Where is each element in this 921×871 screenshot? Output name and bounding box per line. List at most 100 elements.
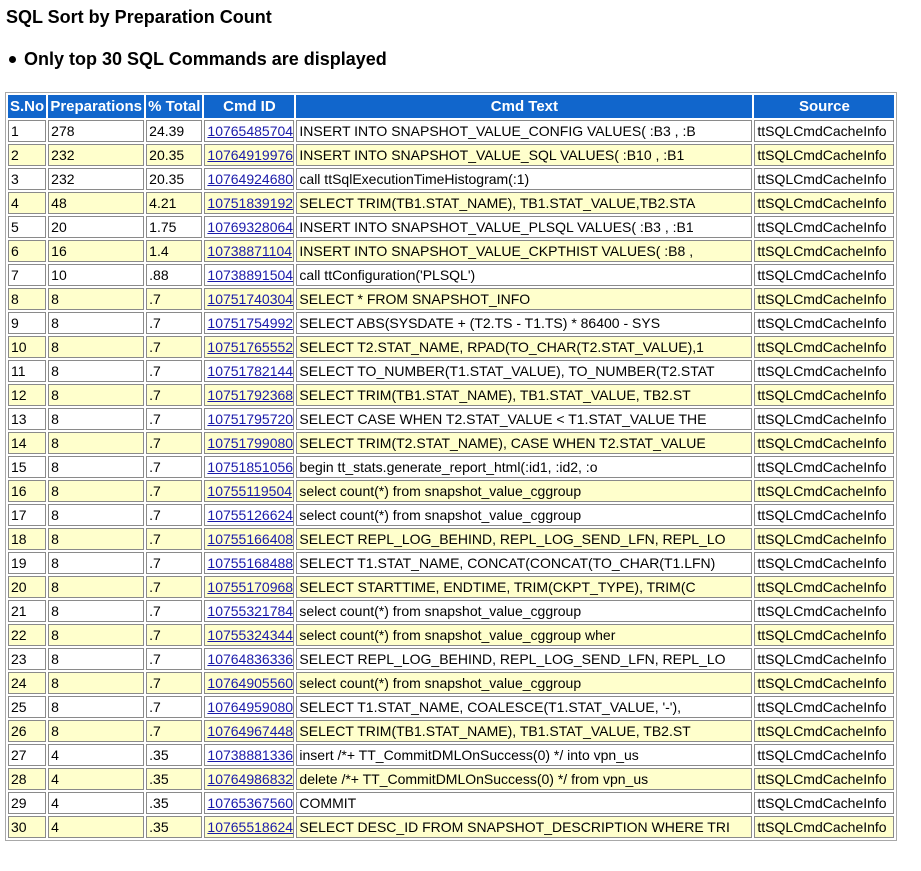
table-row: 18 8.7 10755166408 SELECT REPL_LOG_BEHIND, … <box>8 528 895 550</box>
cell-source: ttSQLCmdCacheInfo <box>754 624 895 646</box>
bullet-icon <box>9 55 16 63</box>
table-row: 29 4.35 10765367560 COMMIT ttSQLCmdCacheInfo <box>8 792 895 814</box>
cmd-id-link[interactable]: 10738891504 <box>207 267 293 283</box>
cell-cmd-id: 10764986832 <box>204 768 295 790</box>
cmd-id-link[interactable]: 10738881336 <box>207 747 293 763</box>
cmd-id-link[interactable]: 10764924680 <box>207 171 293 187</box>
report-page: SQL Sort by Preparation Count Only top 3… <box>0 0 921 871</box>
cell-percent-total: .7 <box>146 576 203 598</box>
table-row: 24 8.7 10764905560 select count(*) from sna… <box>8 672 895 694</box>
cell-source: ttSQLCmdCacheInfo <box>754 600 895 622</box>
cmd-id-link[interactable]: 10764836336 <box>207 651 293 667</box>
cell-preparations: 8 <box>48 720 145 742</box>
display-limit-note-text: Only top 30 SQL Commands are displayed <box>24 49 387 69</box>
cell-sno: 1 <box>8 120 47 142</box>
cell-percent-total: .7 <box>146 288 203 310</box>
cmd-id-link[interactable]: 10755119504 <box>207 483 292 499</box>
cell-cmd-text: SELECT TRIM(TB1.STAT_NAME), TB1.STAT_VAL… <box>296 384 753 406</box>
cell-sno: 4 <box>8 192 47 214</box>
cmd-id-link[interactable]: 10765485704 <box>207 123 293 139</box>
cmd-id-link[interactable]: 10751839192 <box>207 195 293 211</box>
cell-cmd-text: SELECT DESC_ID FROM SNAPSHOT_DESCRIPTION… <box>296 816 753 838</box>
cell-cmd-text: SELECT TO_NUMBER(T1.STAT_VALUE), TO_NUMB… <box>296 360 753 382</box>
cell-source: ttSQLCmdCacheInfo <box>754 480 895 502</box>
cell-cmd-id: 10755119504 <box>204 480 295 502</box>
cell-preparations: 4 <box>48 816 145 838</box>
cell-percent-total: .88 <box>146 264 203 286</box>
cmd-id-link[interactable]: 10765367560 <box>207 795 293 811</box>
cmd-id-link[interactable]: 10755168488 <box>207 555 293 571</box>
cell-preparations: 8 <box>48 552 145 574</box>
table-row: 1 278 24.39 10765485704 INSERT INTO SNAPSHOT… <box>8 120 895 142</box>
table-row: 21 8.7 10755321784 select count(*) from sna… <box>8 600 895 622</box>
cell-percent-total: .7 <box>146 528 203 550</box>
cell-percent-total: .7 <box>146 360 203 382</box>
cmd-id-link[interactable]: 10738871104 <box>207 243 292 259</box>
cell-cmd-id: 10751754992 <box>204 312 295 334</box>
cell-source: ttSQLCmdCacheInfo <box>754 744 895 766</box>
cell-source: ttSQLCmdCacheInfo <box>754 552 895 574</box>
cell-cmd-id: 10764924680 <box>204 168 295 190</box>
cell-source: ttSQLCmdCacheInfo <box>754 336 895 358</box>
cell-sno: 26 <box>8 720 47 742</box>
cell-cmd-id: 10751795720 <box>204 408 295 430</box>
table-row: 17 8.7 10755126624 select count(*) from sna… <box>8 504 895 526</box>
cell-sno: 9 <box>8 312 47 334</box>
table-row: 2 232 20.35 10764919976 INSERT INTO SNAPSHOT… <box>8 144 895 166</box>
cell-sno: 7 <box>8 264 47 286</box>
cell-preparations: 8 <box>48 336 145 358</box>
cell-cmd-text: SELECT T1.STAT_NAME, CONCAT(CONCAT(TO_CH… <box>296 552 753 574</box>
cell-preparations: 4 <box>48 744 145 766</box>
cell-sno: 15 <box>8 456 47 478</box>
table-row: 11 8.7 10751782144 SELECT TO_NUMBER(T1.STAT… <box>8 360 895 382</box>
cell-sno: 17 <box>8 504 47 526</box>
cmd-id-link[interactable]: 10751765552 <box>207 339 293 355</box>
cell-cmd-id: 10755170968 <box>204 576 295 598</box>
cell-source: ttSQLCmdCacheInfo <box>754 696 895 718</box>
cell-source: ttSQLCmdCacheInfo <box>754 360 895 382</box>
cell-cmd-text: select count(*) from snapshot_value_cggr… <box>296 600 753 622</box>
cell-cmd-id: 10769328064 <box>204 216 295 238</box>
cmd-id-link[interactable]: 10764959080 <box>207 699 293 715</box>
cell-cmd-id: 10751792368 <box>204 384 295 406</box>
cell-sno: 8 <box>8 288 47 310</box>
table-header-row: S.No Preparations % Total Cmd ID Cmd Tex… <box>8 95 895 118</box>
table-row: 23 8.7 10764836336 SELECT REPL_LOG_BEHIND, … <box>8 648 895 670</box>
cell-cmd-id: 10765367560 <box>204 792 295 814</box>
cmd-id-link[interactable]: 10755321784 <box>207 603 293 619</box>
cell-sno: 5 <box>8 216 47 238</box>
cmd-id-link[interactable]: 10751851056 <box>207 459 293 475</box>
cmd-id-link[interactable]: 10751782144 <box>207 363 293 379</box>
table-row: 12 8.7 10751792368 SELECT TRIM(TB1.STAT_NAM… <box>8 384 895 406</box>
cell-percent-total: .7 <box>146 624 203 646</box>
table-row: 3 232 20.35 10764924680 call ttSqlExecutionT… <box>8 168 895 190</box>
cmd-id-link[interactable]: 10755166408 <box>207 531 293 547</box>
cmd-id-link[interactable]: 10751799080 <box>207 435 293 451</box>
cell-sno: 18 <box>8 528 47 550</box>
table-row: 16 8.7 10755119504 select count(*) from sna… <box>8 480 895 502</box>
cell-source: ttSQLCmdCacheInfo <box>754 576 895 598</box>
cell-preparations: 20 <box>48 216 145 238</box>
table-row: 28 4.35 10764986832 delete /*+ TT_CommitDML… <box>8 768 895 790</box>
cmd-id-link[interactable]: 10764905560 <box>207 675 293 691</box>
cmd-id-link[interactable]: 10769328064 <box>207 219 293 235</box>
cmd-id-link[interactable]: 10751795720 <box>207 411 293 427</box>
table-row: 5 20 1.75 10769328064 INSERT INTO SNAPSHOT_V… <box>8 216 895 238</box>
cmd-id-link[interactable]: 10765518624 <box>207 819 293 835</box>
cmd-id-link[interactable]: 10764967448 <box>207 723 293 739</box>
cmd-id-link[interactable]: 10751792368 <box>207 387 293 403</box>
cell-source: ttSQLCmdCacheInfo <box>754 168 895 190</box>
cmd-id-link[interactable]: 10751754992 <box>207 315 293 331</box>
table-row: 20 8.7 10755170968 SELECT STARTTIME, ENDTIM… <box>8 576 895 598</box>
cmd-id-link[interactable]: 10751740304 <box>207 291 293 307</box>
cell-sno: 29 <box>8 792 47 814</box>
cmd-id-link[interactable]: 10755324344 <box>207 627 293 643</box>
cell-source: ttSQLCmdCacheInfo <box>754 768 895 790</box>
cell-preparations: 8 <box>48 528 145 550</box>
cmd-id-link[interactable]: 10755126624 <box>207 507 293 523</box>
cell-percent-total: .7 <box>146 648 203 670</box>
cmd-id-link[interactable]: 10764919976 <box>207 147 293 163</box>
cmd-id-link[interactable]: 10755170968 <box>207 579 293 595</box>
cell-source: ttSQLCmdCacheInfo <box>754 120 895 142</box>
cmd-id-link[interactable]: 10764986832 <box>207 771 293 787</box>
